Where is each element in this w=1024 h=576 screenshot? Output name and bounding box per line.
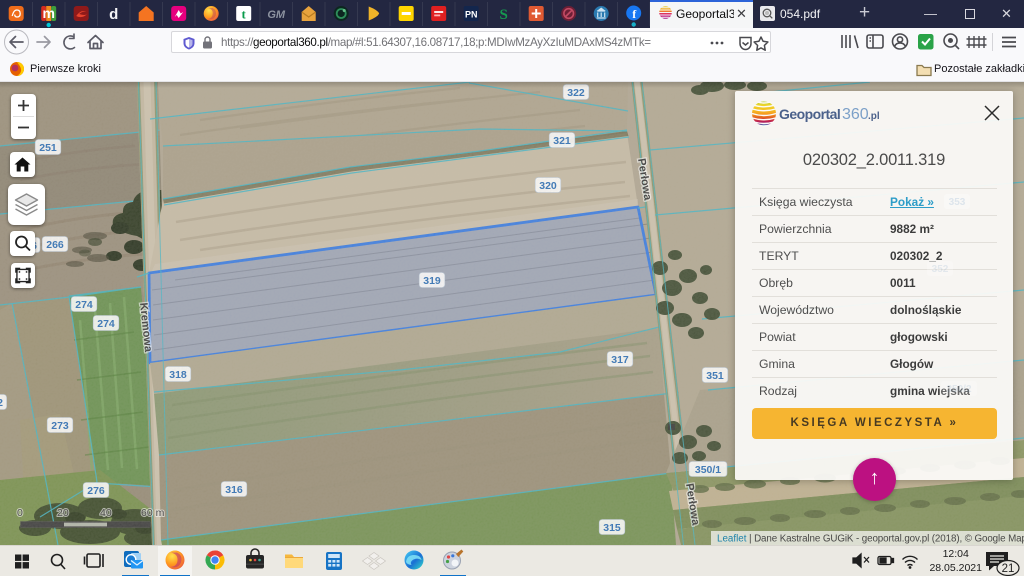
svg-text:21: 21 <box>1002 563 1015 575</box>
svg-text:d: d <box>109 6 118 23</box>
svg-text:m: m <box>42 5 54 21</box>
svg-text:Geoportal: Geoportal <box>779 106 840 122</box>
svg-text:GM: GM <box>267 9 286 21</box>
svg-text:PN: PN <box>465 10 478 20</box>
svg-text:t: t <box>242 7 247 22</box>
svg-text:.pl: .pl <box>868 111 880 122</box>
svg-text:360: 360 <box>842 106 869 123</box>
svg-text:S: S <box>500 7 508 23</box>
